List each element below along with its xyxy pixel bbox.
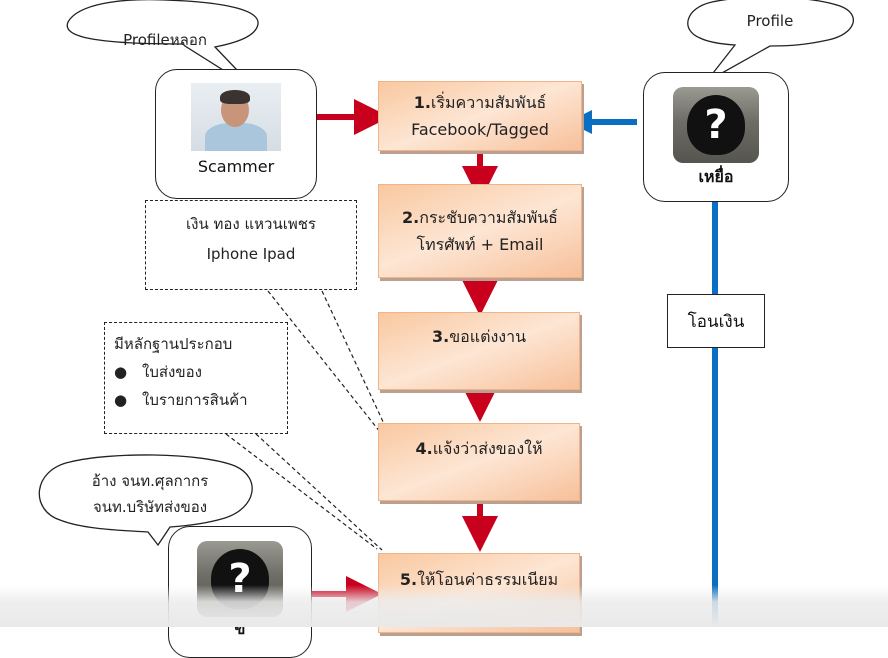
bullet-icon: ● <box>114 363 128 381</box>
step-2-title: กระชับความสัมพันธ์ <box>419 208 558 227</box>
accomplice-bubble-line2: จนท.บริษัทส่งของ <box>92 498 208 516</box>
victim-question-mark-icon: ? <box>673 87 759 163</box>
accomplice-label: ข <box>234 619 246 638</box>
step-4-box[interactable]: 4.แจ้งว่าส่งของให้ <box>378 423 580 501</box>
step-2-number: 2. <box>402 208 420 227</box>
step-1-box[interactable]: 1.เริ่มความสัมพันธ์ Facebook/Tagged <box>378 81 582 151</box>
step-4-number: 4. <box>415 439 433 458</box>
evidence-bullet-1: ● ใบส่งของ <box>114 358 287 386</box>
gifts-note-line2: Iphone Ipad <box>206 245 296 263</box>
victim-bubble-text: Profile <box>746 12 794 30</box>
gifts-note: เงิน ทอง แหวนเพชร Iphone Ipad <box>145 200 357 290</box>
evidence-bullet-2: ● ใบรายการสินค้า <box>114 386 287 414</box>
victim-actor[interactable]: ? เหยื่อ <box>643 72 789 202</box>
transfer-money-label: โอนเงิน <box>667 294 765 348</box>
gifts-note-line1: เงิน ทอง แหวนเพชร <box>186 215 316 233</box>
victim-label: เหยื่อ <box>698 167 734 186</box>
bullet-icon: ● <box>114 391 128 409</box>
step-4-title: แจ้งว่าส่งของให้ <box>432 439 543 458</box>
accomplice-actor[interactable]: ? ข <box>168 526 312 658</box>
scammer-photo <box>191 83 281 151</box>
step-5-number: 5. <box>399 570 418 589</box>
accomplice-bubble-line1: อ้าง จนท.ศุลกากร <box>91 472 209 490</box>
accomplice-bubble-text: อ้าง จนท.ศุลกากร จนท.บริษัทส่งของ <box>50 468 250 520</box>
step-1-title: เริ่มความสัมพันธ์ <box>430 93 547 112</box>
step-1-number: 1. <box>413 93 431 112</box>
scammer-bubble-text: Profileหลอก <box>123 31 207 49</box>
scammer-actor[interactable]: Scammer <box>155 69 317 199</box>
evidence-note-title: มีหลักฐานประกอบ <box>114 335 233 353</box>
scammer-label: Scammer <box>197 157 275 176</box>
step-5-title: ให้โอนค่าธรรมเนียม <box>417 570 559 589</box>
step-2-subtitle: โทรศัพท์ + Email <box>416 235 544 254</box>
step-5-box[interactable]: 5.ให้โอนค่าธรรมเนียม <box>378 553 580 633</box>
step-3-title: ขอแต่งงาน <box>449 327 526 346</box>
step-3-box[interactable]: 3.ขอแต่งงาน <box>378 312 580 390</box>
accomplice-question-mark-icon: ? <box>197 541 283 617</box>
step-1-subtitle: Facebook/Tagged <box>411 120 549 139</box>
step-2-box[interactable]: 2.กระชับความสัมพันธ์ โทรศัพท์ + Email <box>378 184 582 278</box>
evidence-note: มีหลักฐานประกอบ ● ใบส่งของ ● ใบรายการสินค้… <box>104 322 288 434</box>
step-3-number: 3. <box>431 327 450 346</box>
